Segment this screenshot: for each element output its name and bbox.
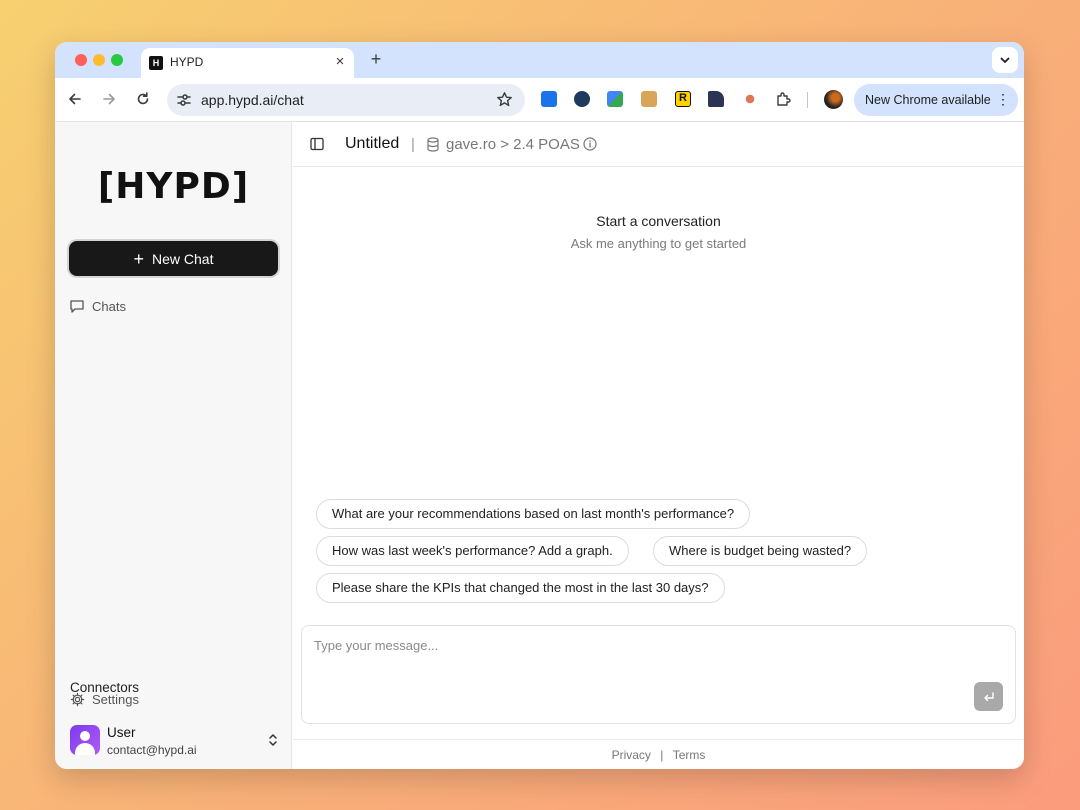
- header-separator: |: [411, 136, 415, 153]
- toolbar-divider: [807, 92, 808, 108]
- chat-main: Untitled | gave.ro > 2.4 POAS Start a co…: [293, 122, 1024, 769]
- hypd-logo: [HYPD]: [97, 166, 250, 207]
- more-menu-icon[interactable]: ⋮: [996, 91, 1010, 108]
- reading-list-icon[interactable]: [541, 91, 557, 107]
- sidebar: [HYPD] + New Chat Chats Settings Connect…: [55, 122, 292, 769]
- chat-title[interactable]: Untitled: [345, 135, 399, 153]
- message-composer: [301, 625, 1016, 724]
- user-name: User: [107, 725, 136, 740]
- plus-icon: +: [133, 248, 145, 269]
- sidebar-item-connectors[interactable]: Connectors: [70, 680, 139, 695]
- chat-header: Untitled | gave.ro > 2.4 POAS: [293, 122, 1024, 167]
- address-bar[interactable]: app.hypd.ai/chat: [167, 84, 525, 116]
- browser-toolbar: app.hypd.ai/chat R New Chrome available …: [55, 78, 1024, 122]
- empty-state-subtitle: Ask me anything to get started: [570, 236, 747, 251]
- reload-button[interactable]: [132, 88, 154, 110]
- user-email: contact@hypd.ai: [107, 743, 197, 757]
- puzzle-icon[interactable]: [775, 91, 791, 107]
- hypd-favicon-icon: H: [149, 56, 163, 70]
- chat-bubble-icon: [70, 300, 84, 313]
- back-button[interactable]: [64, 88, 86, 110]
- sidebar-toggle-icon[interactable]: [309, 136, 325, 152]
- enter-icon: [983, 691, 994, 701]
- browser-window: H HYPD × + app.hypd.ai/chat R New Chrome…: [55, 42, 1024, 769]
- suggestion-chip[interactable]: Where is budget being wasted?: [653, 536, 868, 566]
- account-context[interactable]: gave.ro > 2.4 POAS: [446, 136, 580, 153]
- privacy-link[interactable]: Privacy: [612, 748, 651, 762]
- user-avatar: [70, 725, 100, 755]
- chevrons-up-down-icon[interactable]: [266, 732, 280, 748]
- chevron-down-icon: [1000, 57, 1010, 63]
- info-icon[interactable]: [583, 137, 597, 151]
- footer-separator: |: [660, 748, 664, 762]
- new-chat-button[interactable]: + New Chat: [69, 241, 278, 276]
- site-settings-icon[interactable]: [176, 92, 192, 108]
- profile-avatar[interactable]: [824, 90, 843, 109]
- empty-state-title: Start a conversation: [596, 213, 721, 229]
- close-window-button[interactable]: [75, 54, 87, 66]
- close-tab-icon[interactable]: ×: [332, 53, 348, 70]
- send-button[interactable]: [974, 682, 1003, 711]
- toolbox-icon[interactable]: [641, 91, 657, 107]
- suggestion-chip[interactable]: What are your recommendations based on l…: [316, 499, 751, 529]
- arrow-right-icon: [103, 93, 115, 105]
- bookmark-star-icon[interactable]: [496, 91, 513, 108]
- terms-link[interactable]: Terms: [673, 748, 706, 762]
- url-text: app.hypd.ai/chat: [201, 92, 304, 108]
- chrome-update-button[interactable]: New Chrome available ⋮: [854, 84, 1018, 116]
- suggestion-chip[interactable]: Please share the KPIs that changed the m…: [316, 573, 725, 603]
- library-icon[interactable]: [708, 91, 724, 107]
- suggestion-chip[interactable]: How was last week's performance? Add a g…: [316, 536, 629, 566]
- footer: Privacy | Terms: [293, 739, 1024, 769]
- message-input[interactable]: [314, 638, 954, 653]
- claude-icon[interactable]: [742, 91, 758, 107]
- tracker-icon[interactable]: [574, 91, 590, 107]
- user-menu[interactable]: User contact@hypd.ai: [70, 725, 280, 757]
- update-label: New Chrome available: [865, 93, 991, 107]
- new-tab-button[interactable]: +: [366, 49, 386, 70]
- minimize-window-button[interactable]: [93, 54, 105, 66]
- tab-title: HYPD: [170, 55, 204, 69]
- r-extension-icon[interactable]: R: [675, 91, 691, 107]
- translate-icon[interactable]: [607, 91, 623, 107]
- new-chat-label: New Chat: [152, 250, 214, 267]
- browser-tab[interactable]: H HYPD ×: [141, 48, 354, 78]
- sidebar-item-chats[interactable]: Chats: [69, 298, 126, 314]
- reload-icon: [137, 92, 149, 105]
- forward-button[interactable]: [98, 88, 120, 110]
- tab-strip: H HYPD × +: [55, 42, 1024, 78]
- chats-label: Chats: [92, 298, 126, 314]
- database-icon: [427, 137, 439, 152]
- arrow-left-icon: [69, 93, 81, 105]
- maximize-window-button[interactable]: [111, 54, 123, 66]
- tab-search-button[interactable]: [992, 47, 1018, 73]
